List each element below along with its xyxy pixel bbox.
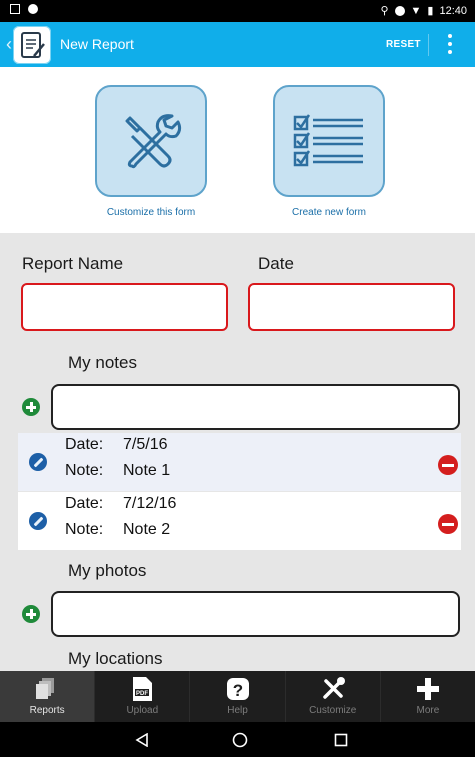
tab-customize[interactable]: Customize [286, 671, 381, 722]
tab-help[interactable]: ? Help [190, 671, 286, 722]
overflow-menu-icon[interactable] [448, 34, 452, 54]
create-form-label: Create new form [292, 207, 366, 218]
help-icon: ? [224, 675, 252, 703]
app-bar-divider [428, 34, 429, 56]
note-text-line: Note: Note 1 [65, 462, 171, 479]
edit-pencil-icon[interactable] [29, 453, 47, 471]
back-chevron-icon[interactable]: ‹ [6, 34, 12, 55]
list-item[interactable]: Date: 7/5/16 Note: Note 1 [18, 433, 461, 491]
do-not-disturb-icon [394, 5, 405, 16]
tab-upload-label: Upload [126, 705, 159, 716]
add-photo-plus-icon[interactable] [22, 605, 40, 623]
create-form-tile[interactable] [273, 85, 385, 197]
tab-reports[interactable]: Reports [0, 671, 96, 722]
wrench-screwdriver-icon [125, 114, 182, 169]
tab-upload[interactable]: PDF Upload [95, 671, 191, 722]
screenshot-notification-icon [10, 4, 20, 14]
reset-button[interactable]: RESET [386, 39, 421, 50]
svg-text:PDF: PDF [136, 691, 148, 697]
tab-customize-label: Customize [309, 705, 357, 716]
date-label: Date [258, 254, 294, 273]
notepad-icon [21, 32, 45, 58]
photo-input[interactable] [51, 591, 460, 637]
customize-form-label: Customize this form [106, 207, 196, 218]
nav-recents-icon[interactable] [321, 722, 361, 757]
status-bar: ⚲ ▼ ▮ 12:40 [0, 0, 475, 22]
list-item[interactable]: Date: 7/12/16 Note: Note 2 [18, 492, 461, 550]
note-date-line: Date: 7/5/16 [65, 436, 168, 453]
report-name-input[interactable] [21, 283, 228, 331]
photos-section-title: My photos [68, 561, 147, 580]
notes-section-title: My notes [68, 353, 137, 372]
form-actions-panel: Customize this form Create new form [0, 67, 475, 233]
system-navigation-bar [0, 722, 475, 757]
location-icon: ⚲ [380, 5, 389, 17]
app-bar: ‹ New Report RESET [0, 22, 475, 67]
reports-icon [33, 675, 61, 703]
note-date-line: Date: 7/12/16 [65, 495, 177, 512]
app-logo[interactable] [13, 26, 51, 64]
note-input[interactable] [51, 384, 460, 430]
battery-icon: ▮ [427, 5, 434, 17]
edit-pencil-icon[interactable] [29, 512, 47, 530]
locations-section-title: My locations [68, 649, 163, 668]
tab-help-label: Help [227, 705, 248, 716]
tab-more-label: More [416, 705, 440, 716]
report-name-label: Report Name [22, 254, 124, 273]
wifi-icon: ▼ [410, 4, 422, 17]
android-notification-icon [28, 4, 38, 14]
pdf-icon: PDF [128, 675, 156, 703]
bottom-tab-bar: Reports PDF Upload ? Help Customize More [0, 671, 475, 722]
svg-text:?: ? [232, 681, 242, 700]
date-input[interactable] [248, 283, 455, 331]
tab-reports-label: Reports [29, 705, 65, 716]
note-text-line: Note: Note 2 [65, 521, 171, 538]
tools-icon [319, 675, 347, 703]
delete-minus-icon[interactable] [438, 455, 458, 475]
checklist-icon [293, 114, 363, 167]
add-note-plus-icon[interactable] [22, 398, 40, 416]
nav-home-icon[interactable] [220, 722, 260, 757]
clock: 12:40 [439, 4, 467, 17]
nav-back-icon[interactable] [122, 722, 162, 757]
customize-form-tile[interactable] [95, 85, 207, 197]
plus-icon [414, 675, 442, 703]
tab-more[interactable]: More [381, 671, 475, 722]
page-title: New Report [60, 36, 134, 52]
delete-minus-icon[interactable] [438, 514, 458, 534]
